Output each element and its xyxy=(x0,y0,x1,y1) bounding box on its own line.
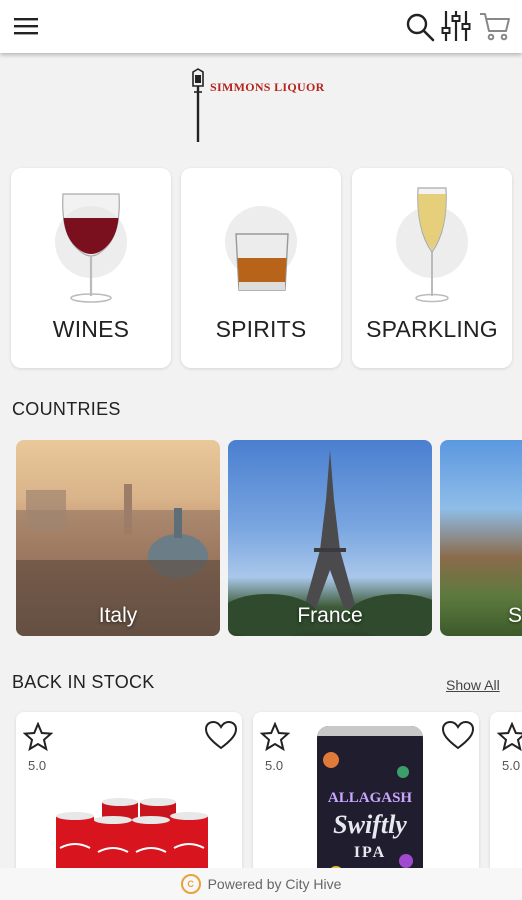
category-card-wines[interactable]: WINES xyxy=(11,168,171,368)
heart-icon[interactable] xyxy=(441,720,475,750)
heart-icon[interactable] xyxy=(204,720,238,750)
wine-glass-icon xyxy=(62,193,120,303)
country-label: France xyxy=(297,604,363,627)
category-card-sparkling[interactable]: SPARKLING xyxy=(352,168,512,368)
shopping-cart-icon[interactable] xyxy=(478,10,512,42)
country-label: S xyxy=(507,604,522,627)
back-in-stock-section-title: BACK IN STOCK xyxy=(12,672,155,692)
powered-by-footer[interactable]: C Powered by City Hive xyxy=(0,868,522,900)
search-icon[interactable] xyxy=(404,11,436,43)
store-logo[interactable]: SIMMONS LIQUOR xyxy=(185,68,345,144)
show-all-link[interactable]: Show All xyxy=(446,677,500,693)
country-card-spain[interactable]: S xyxy=(440,440,522,636)
footer-text: Powered by City Hive xyxy=(207,876,342,892)
product-rating: 5.0 xyxy=(28,758,47,773)
category-label: SPARKLING xyxy=(366,316,498,342)
star-icon[interactable] xyxy=(260,722,290,752)
top-app-bar xyxy=(0,0,522,53)
countries-section-title: COUNTRIES xyxy=(12,399,121,419)
product-style: IPA xyxy=(353,844,387,861)
star-icon[interactable] xyxy=(497,722,522,752)
city-hive-logo-icon: C xyxy=(180,874,201,894)
product-rating: 5.0 xyxy=(502,758,521,773)
champagne-flute-icon xyxy=(415,187,449,303)
product-name: Swiftly xyxy=(333,810,407,839)
category-label: SPIRITS xyxy=(215,316,307,342)
coca-cola-cans-image xyxy=(56,798,208,876)
country-card-italy[interactable]: Italy xyxy=(16,440,220,636)
hamburger-menu-icon[interactable] xyxy=(12,14,40,38)
store-name: SIMMONS LIQUOR xyxy=(210,80,325,94)
lamp-post-icon xyxy=(192,68,204,142)
filter-sliders-icon[interactable] xyxy=(440,10,472,42)
product-rating: 5.0 xyxy=(265,758,284,773)
country-label: Italy xyxy=(98,604,138,627)
country-card-france[interactable]: France xyxy=(228,440,432,636)
category-card-spirits[interactable]: SPIRITS xyxy=(181,168,341,368)
star-icon[interactable] xyxy=(23,722,53,752)
whiskey-glass-icon xyxy=(235,233,289,291)
product-brand: ALLAGASH xyxy=(327,790,413,806)
category-label: WINES xyxy=(52,316,130,342)
